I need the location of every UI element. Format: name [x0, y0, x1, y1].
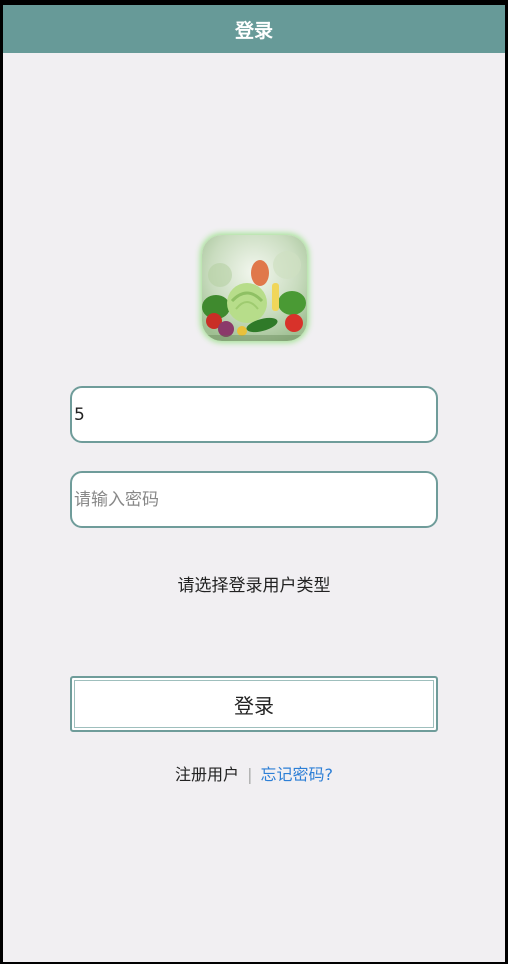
forgot-password-link[interactable]: 忘记密码? — [260, 765, 333, 784]
user-type-select[interactable]: 请选择登录用户类型 — [3, 571, 505, 596]
password-field[interactable] — [70, 471, 438, 528]
page-title: 登录 — [234, 19, 273, 42]
vegetables-logo-icon — [202, 235, 307, 341]
username-input[interactable] — [72, 388, 436, 441]
app-screen: 登录 5 请选择登录用户类型 登录 注册用户 | 忘记密码? — [3, 5, 505, 962]
login-button[interactable]: 登录 — [70, 676, 438, 732]
user-type-prompt[interactable]: 请选择登录用户类型 — [178, 576, 331, 596]
password-input[interactable] — [72, 473, 436, 526]
login-button-label: 登录 — [234, 693, 274, 718]
auth-links: 注册用户 | 忘记密码? — [3, 761, 505, 785]
link-separator: | — [247, 765, 253, 784]
username-field[interactable] — [70, 386, 438, 443]
register-link[interactable]: 注册用户 — [175, 765, 239, 784]
header-bar: 登录 — [3, 5, 505, 53]
